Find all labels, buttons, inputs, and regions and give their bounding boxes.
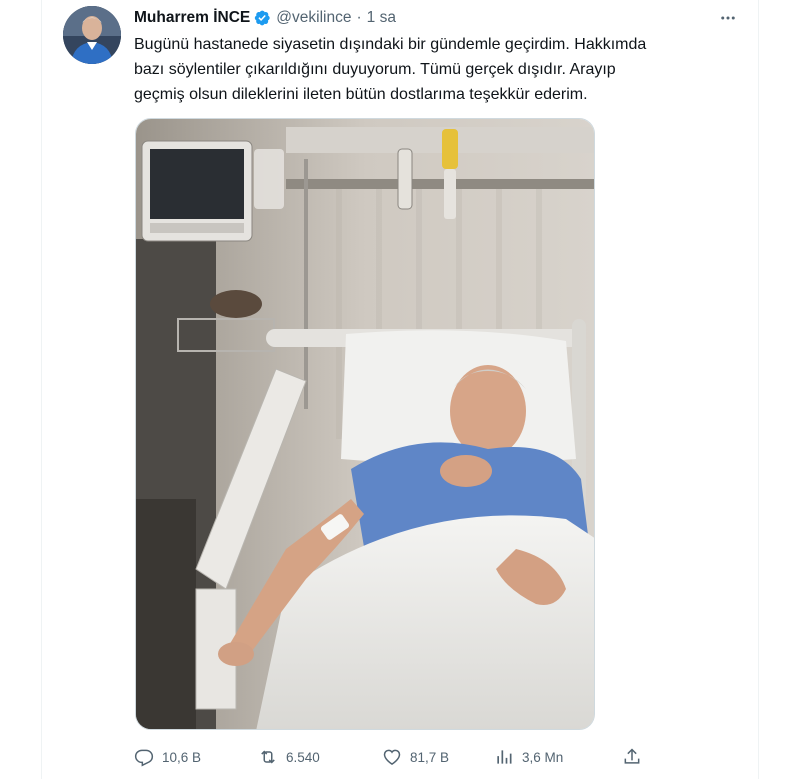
display-name[interactable]: Muharrem İNCE	[134, 9, 250, 27]
tweet-photo[interactable]	[135, 118, 595, 730]
retweet-button[interactable]: 6.540	[258, 745, 320, 769]
tweet-text: Bugünü hastanede siyasetin dışındaki bir…	[134, 32, 738, 107]
tweet-actions: 10,6 B 6.540 81,7 B 3,6 Mn	[134, 745, 654, 769]
avatar[interactable]	[63, 6, 121, 64]
retweet-icon	[261, 750, 275, 764]
views-icon	[497, 750, 512, 764]
views-button[interactable]: 3,6 Mn	[494, 745, 563, 769]
share-icon	[624, 748, 640, 764]
left-gutter	[0, 0, 42, 779]
views-count: 3,6 Mn	[522, 749, 564, 765]
profile-photo-icon	[63, 6, 121, 64]
more-options-button[interactable]	[717, 8, 739, 28]
like-count: 81,7 B	[410, 749, 450, 765]
right-gutter	[758, 0, 800, 779]
tweet-text-line: Bugünü hastanede siyasetin dışındaki bir…	[134, 36, 647, 53]
timestamp[interactable]: 1 sa	[367, 9, 396, 27]
hospital-bed-photo-icon	[136, 119, 594, 729]
separator-dot: ·	[356, 9, 362, 26]
tweet-text-line: bazı söylentiler çıkarıldığını duyuyorum…	[134, 61, 616, 78]
reply-button[interactable]: 10,6 B	[134, 745, 201, 769]
like-button[interactable]: 81,7 B	[382, 745, 449, 769]
reply-count: 10,6 B	[162, 749, 202, 765]
tweet-card[interactable]: Muharrem İNCE @vekilince · 1 sa Bugünü h…	[43, 0, 758, 779]
reply-icon	[134, 749, 154, 767]
tweet-text-line: geçmiş olsun dileklerini ileten bütün do…	[134, 86, 588, 103]
verified-badge-icon	[253, 9, 271, 27]
more-dots-icon	[721, 16, 735, 20]
share-button[interactable]	[622, 745, 642, 769]
retweet-count: 6.540	[286, 749, 320, 765]
handle[interactable]: @vekilince	[276, 9, 351, 27]
heart-icon	[383, 749, 401, 765]
tweet-header: Muharrem İNCE @vekilince · 1 sa	[134, 8, 396, 28]
